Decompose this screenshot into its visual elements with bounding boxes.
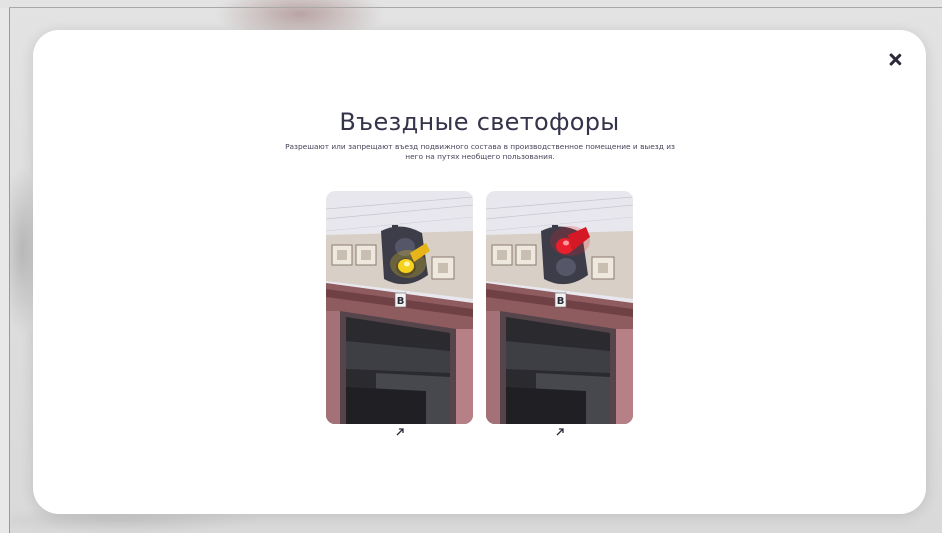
close-icon[interactable] xyxy=(884,49,906,71)
modal-title: Въездные светофоры xyxy=(339,108,620,136)
red-signal-illustration: В xyxy=(486,191,633,424)
gate-letter: В xyxy=(397,296,405,307)
yellow-signal-illustration: В xyxy=(326,191,473,424)
arrow-up-right-icon[interactable] xyxy=(555,427,565,437)
backdrop-divider xyxy=(9,7,942,8)
info-modal: Въездные светофоры Разрешают или запреща… xyxy=(33,30,926,514)
signal-card-red[interactable]: В xyxy=(486,191,633,424)
backdrop-side-panel xyxy=(0,8,10,533)
modal-subtitle: Разрешают или запрещают въезд подвижного… xyxy=(285,142,675,161)
arrow-up-right-icon[interactable] xyxy=(395,427,405,437)
signal-card-yellow[interactable]: В xyxy=(326,191,473,424)
gate-letter: В xyxy=(557,296,565,307)
